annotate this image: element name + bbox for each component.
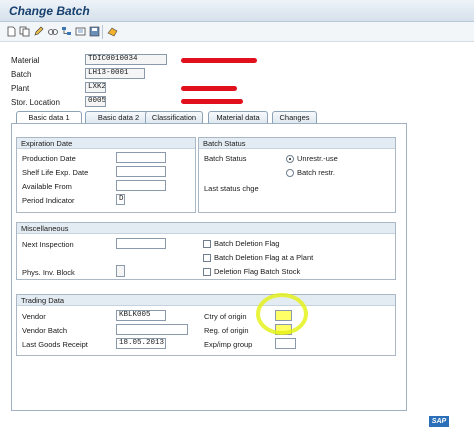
storage-location-field[interactable]: 0005 [85,96,106,107]
sap-logo: SAP [429,416,449,427]
last-goods-receipt-label: Last Goods Receipt [22,340,88,349]
deletion-flag-stock-label: Deletion Flag Batch Stock [214,267,301,276]
shelf-life-field[interactable] [116,166,166,177]
next-inspection-label: Next Inspection [22,240,74,249]
vendor-batch-label: Vendor Batch [22,326,68,335]
hierarchy-icon[interactable] [61,26,72,37]
save-icon[interactable] [89,26,100,37]
vendor-label: Vendor [22,312,46,321]
window-title: Change Batch [9,4,90,18]
material-label: Material [11,56,40,65]
group-title: Batch Status [199,138,395,149]
period-indicator-label: Period Indicator [22,196,75,205]
new-document-icon[interactable] [6,26,17,37]
production-date-label: Production Date [22,154,76,163]
exp-imp-group-field[interactable] [275,338,296,349]
application-toolbar [0,22,474,42]
expiration-date-group: Expiration Date Production Date Shelf Li… [16,137,196,213]
copy-icon[interactable] [19,26,30,37]
group-title: Expiration Date [17,138,195,149]
restricted-radio[interactable] [286,169,294,177]
vendor-field[interactable]: KBLK005 [116,310,166,321]
layout-icon[interactable] [107,26,118,37]
trading-data-group: Trading Data Vendor KBLK005 Vendor Batch… [16,294,396,356]
material-field[interactable]: TDIC0010034 [85,54,167,65]
group-title: Miscellaneous [17,223,395,234]
redaction-mark [181,86,237,91]
deletion-flag-plant-checkbox[interactable] [203,254,211,262]
available-from-label: Available From [22,182,72,191]
last-status-change-label: Last status chge [204,184,259,193]
group-title: Trading Data [17,295,395,306]
batch-status-label: Batch Status [204,154,247,163]
redaction-mark [181,99,243,104]
deletion-flag-plant-label: Batch Deletion Flag at a Plant [214,253,314,262]
batch-deletion-flag-checkbox[interactable] [203,240,211,248]
exp-imp-group-label: Exp/imp group [204,340,253,349]
unrestricted-radio[interactable] [286,155,294,163]
edit-pencil-icon[interactable] [33,26,44,37]
miscellaneous-group: Miscellaneous Next Inspection Phys. Inv.… [16,222,396,280]
unrestricted-label: Unrestr.-use [297,154,338,163]
batch-deletion-flag-label: Batch Deletion Flag [214,239,280,248]
deletion-flag-stock-checkbox[interactable] [203,268,211,276]
phys-inv-block-field[interactable] [116,265,125,277]
display-change-icon[interactable] [47,26,58,37]
period-indicator-field[interactable]: D [116,194,125,205]
shelf-life-label: Shelf Life Exp. Date [22,168,89,177]
title-bar: Change Batch [0,0,474,22]
country-of-origin-label: Ctry of origin [204,312,247,321]
storage-location-label: Stor. Location [11,98,60,107]
next-inspection-field[interactable] [116,238,166,249]
production-date-field[interactable] [116,152,166,163]
batch-label: Batch [11,70,32,79]
batch-status-group: Batch Status Batch Status Unrestr.-use B… [198,137,396,213]
batch-field[interactable]: LH13-0001 [85,68,145,79]
plant-label: Plant [11,84,30,93]
object-list-icon[interactable] [75,26,86,37]
redaction-mark [181,58,257,63]
restricted-label: Batch restr. [297,168,335,177]
region-of-origin-label: Reg. of origin [204,326,249,335]
last-goods-receipt-field[interactable]: 18.05.2013 [116,338,166,349]
phys-inv-block-label: Phys. Inv. Block [22,268,75,277]
plant-field[interactable]: LXK2 [85,82,106,93]
vendor-batch-field[interactable] [116,324,188,335]
highlight-annotation [256,293,308,335]
available-from-field[interactable] [116,180,166,191]
toolbar-separator [102,25,103,39]
